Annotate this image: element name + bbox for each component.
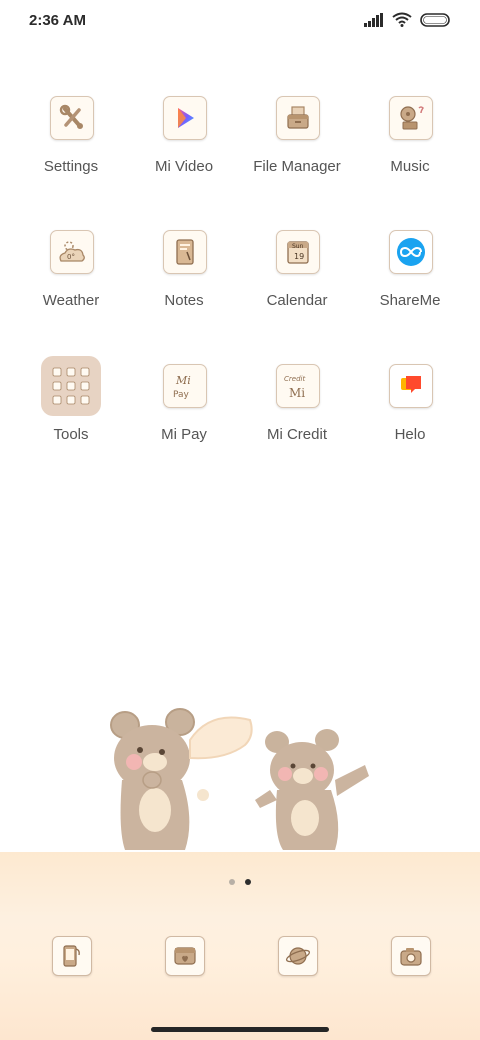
- app-mi-pay[interactable]: Mi Pay Mi Pay: [128, 364, 240, 474]
- page-dot-1[interactable]: [229, 879, 235, 885]
- home-gesture-bar[interactable]: [151, 1027, 329, 1032]
- page-indicator[interactable]: [0, 879, 480, 885]
- app-label-shareme: ShareMe: [379, 292, 441, 309]
- mi-pay-icon-bottom: Pay: [173, 390, 190, 400]
- wifi-icon: [392, 12, 412, 32]
- calendar-icon-date: 19: [294, 252, 304, 261]
- mi-credit-icon-bottom: Mi: [289, 386, 305, 400]
- app-label-music: Music: [390, 158, 430, 175]
- signal-icon: [364, 12, 384, 32]
- bears-wallpaper-illustration: [110, 708, 369, 850]
- app-label-settings: Settings: [43, 158, 99, 175]
- play-video-icon: [163, 96, 207, 140]
- gramophone-icon: [389, 96, 433, 140]
- app-shareme[interactable]: ShareMe: [354, 230, 466, 340]
- weather-cloud-icon: 0°: [50, 230, 94, 274]
- app-label-mi-pay: Mi Pay: [161, 426, 207, 443]
- mi-pay-icon: Mi Pay: [163, 364, 207, 408]
- status-icons: [364, 12, 452, 32]
- browser-planet-icon: [285, 947, 311, 965]
- clock: 2:36 AM: [29, 12, 86, 29]
- app-mi-credit[interactable]: Credit Mi Mi Credit: [241, 364, 353, 474]
- app-helo[interactable]: Helo: [354, 364, 466, 474]
- app-mi-video[interactable]: Mi Video: [128, 96, 240, 206]
- mi-credit-icon-top: Credit: [284, 375, 305, 383]
- app-label-file-manager: File Manager: [253, 158, 341, 175]
- dock-messages[interactable]: [165, 936, 205, 976]
- app-label-helo: Helo: [394, 426, 426, 443]
- app-label-calendar: Calendar: [266, 292, 328, 309]
- status-bar: 2:36 AM: [0, 0, 480, 44]
- dock-phone[interactable]: [52, 936, 92, 976]
- app-label-mi-video: Mi Video: [154, 158, 214, 175]
- settings-icon: [50, 96, 94, 140]
- app-calendar[interactable]: Sun 19 Calendar: [241, 230, 353, 340]
- file-box-icon: [276, 96, 320, 140]
- weather-icon-text: 0°: [67, 253, 75, 261]
- app-notes[interactable]: Notes: [128, 230, 240, 340]
- app-music[interactable]: Music: [354, 96, 466, 206]
- calendar-icon: Sun 19: [276, 230, 320, 274]
- dock-camera[interactable]: [391, 936, 431, 976]
- helo-chat-icon: [389, 364, 433, 408]
- mi-pay-icon-top: Mi: [175, 374, 191, 387]
- message-icon: [174, 947, 196, 965]
- phone-icon: [63, 945, 80, 967]
- app-label-mi-credit: Mi Credit: [266, 426, 327, 443]
- mi-credit-icon: Credit Mi: [276, 364, 320, 408]
- app-label-tools: Tools: [53, 426, 89, 443]
- app-settings[interactable]: Settings: [15, 96, 127, 206]
- app-file-manager[interactable]: File Manager: [241, 96, 353, 206]
- app-label-weather: Weather: [42, 292, 100, 309]
- calendar-icon-day: Sun: [292, 243, 304, 250]
- tools-folder-icon: [41, 356, 101, 416]
- camera-icon: [400, 948, 422, 966]
- page-dot-2-active[interactable]: [245, 879, 251, 885]
- dock-browser[interactable]: [278, 936, 318, 976]
- notebook-icon: [163, 230, 207, 274]
- app-label-notes: Notes: [164, 292, 204, 309]
- battery-icon: [420, 12, 452, 32]
- shareme-icon: [389, 230, 433, 274]
- app-weather[interactable]: 0° Weather: [15, 230, 127, 340]
- app-tools-folder[interactable]: Tools: [15, 356, 127, 474]
